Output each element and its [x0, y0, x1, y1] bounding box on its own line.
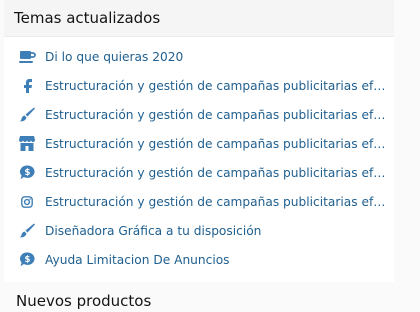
updated-topics-widget: Temas actualizados Di lo que quieras 202… — [4, 0, 394, 282]
paintbrush-icon — [18, 222, 36, 240]
topic-link[interactable]: Estructuración y gestión de campañas pub… — [45, 195, 387, 209]
dollar-bubble-icon: $ — [18, 164, 36, 182]
topic-link[interactable]: Diseñadora Gráfica a tu disposición — [45, 224, 261, 238]
topic-list: Di lo que quieras 2020 Estructuración y … — [4, 37, 394, 274]
facebook-icon — [18, 77, 36, 95]
topic-link[interactable]: Estructuración y gestión de campañas pub… — [45, 79, 387, 93]
topic-link[interactable]: Estructuración y gestión de campañas pub… — [45, 137, 387, 151]
widget-header: Temas actualizados — [4, 0, 394, 37]
topic-link[interactable]: Estructuración y gestión de campañas pub… — [45, 166, 387, 180]
topic-item[interactable]: Estructuración y gestión de campañas pub… — [4, 129, 394, 158]
coffee-cup-icon — [18, 48, 36, 66]
topic-item[interactable]: $ Estructuración y gestión de campañas p… — [4, 158, 394, 187]
topic-item[interactable]: Diseñadora Gráfica a tu disposición — [4, 216, 394, 245]
widget-title: Temas actualizados — [14, 9, 161, 27]
topic-item[interactable]: Estructuración y gestión de campañas pub… — [4, 187, 394, 216]
svg-text:$: $ — [24, 168, 30, 178]
storefront-icon — [18, 135, 36, 153]
topic-item[interactable]: $ Ayuda Limitacion De Anuncios — [4, 245, 394, 274]
svg-text:$: $ — [24, 255, 30, 265]
topic-item[interactable]: Estructuración y gestión de campañas pub… — [4, 71, 394, 100]
topic-link[interactable]: Ayuda Limitacion De Anuncios — [45, 253, 230, 267]
topic-item[interactable]: Estructuración y gestión de campañas pub… — [4, 100, 394, 129]
dollar-bubble-icon: $ — [18, 251, 36, 269]
instagram-icon — [18, 193, 36, 211]
topic-link[interactable]: Estructuración y gestión de campañas pub… — [45, 108, 387, 122]
topic-link[interactable]: Di lo que quieras 2020 — [45, 50, 183, 64]
topic-item[interactable]: Di lo que quieras 2020 — [4, 42, 394, 71]
new-products-section: Nuevos productos — [4, 282, 394, 312]
paintbrush-icon — [18, 106, 36, 124]
section-title: Nuevos productos — [16, 292, 152, 310]
